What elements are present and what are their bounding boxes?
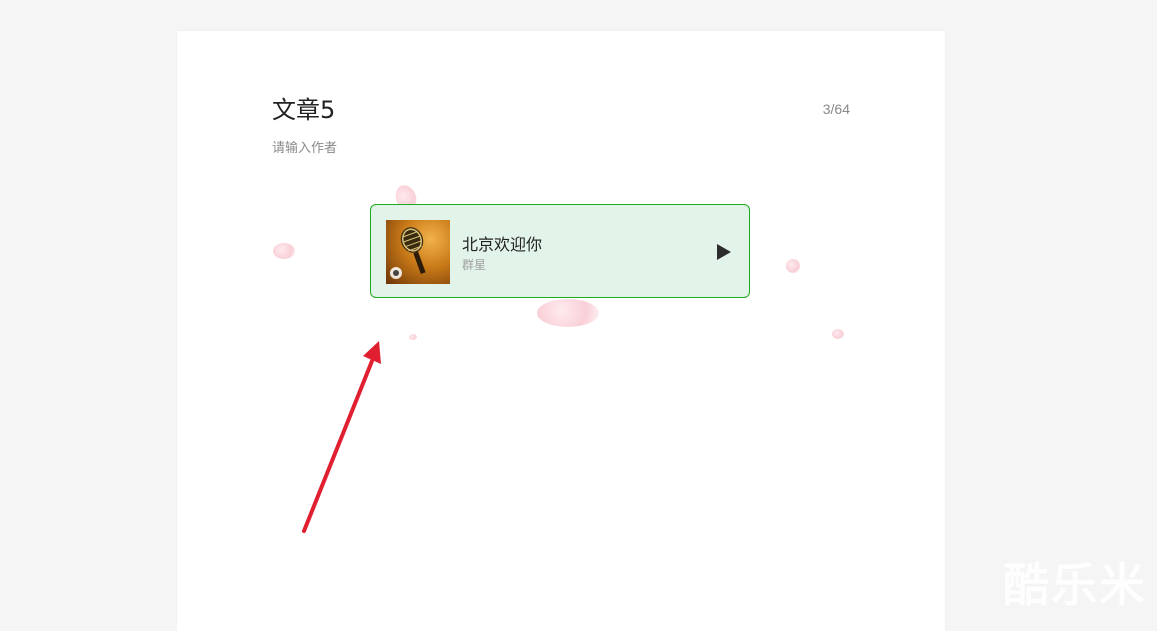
play-icon	[717, 244, 731, 260]
song-title: 北京欢迎你	[462, 235, 543, 254]
song-artist: 群星	[462, 258, 487, 272]
petal-decoration	[409, 334, 417, 340]
petal-decoration	[537, 299, 599, 327]
article-title[interactable]: 文章5	[272, 94, 335, 126]
watermark-logo: 酷乐米	[1003, 558, 1147, 612]
title-char-counter: 3/64	[822, 101, 850, 117]
play-button[interactable]	[714, 241, 734, 263]
petal-decoration	[832, 329, 844, 339]
album-art	[386, 220, 450, 284]
music-card[interactable]: 北京欢迎你 群星	[370, 204, 750, 298]
microphone-icon	[390, 227, 426, 279]
petal-decoration	[786, 259, 800, 273]
article-editor-card: 文章5 3/64 请输入作者 北京欢迎你 群星	[177, 31, 945, 631]
petal-decoration	[273, 243, 295, 259]
author-input[interactable]: 请输入作者	[272, 137, 337, 156]
